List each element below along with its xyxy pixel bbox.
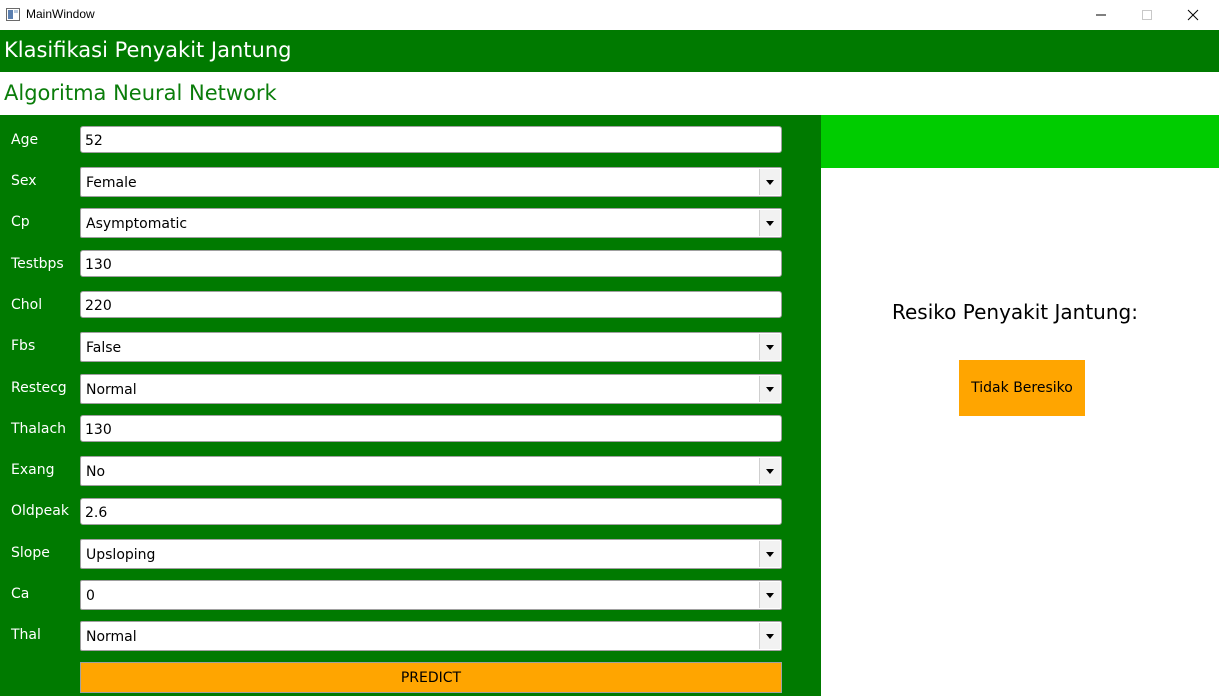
result-panel — [821, 168, 1219, 696]
predict-button[interactable]: PREDICT — [80, 662, 782, 693]
maximize-button[interactable] — [1124, 0, 1170, 30]
chol-label: Chol — [11, 297, 43, 313]
testbps-label: Testbps — [11, 256, 64, 272]
slope-select[interactable]: Upsloping — [80, 539, 782, 569]
chevron-down-icon[interactable] — [759, 623, 780, 649]
slope-label: Slope — [11, 545, 50, 561]
cp-select[interactable]: Asymptomatic — [80, 208, 782, 238]
cp-select-value: Asymptomatic — [86, 216, 188, 232]
exang-label: Exang — [11, 462, 55, 478]
chevron-down-icon[interactable] — [759, 541, 780, 567]
restecg-label: Restecg — [11, 380, 67, 396]
window-title: MainWindow — [26, 7, 95, 21]
exang-select-value: No — [86, 464, 106, 480]
result-badge: Tidak Beresiko — [959, 360, 1085, 416]
oldpeak-input[interactable]: 2.6 — [80, 498, 782, 525]
oldpeak-label: Oldpeak — [11, 503, 69, 519]
exang-select[interactable]: No — [80, 456, 782, 486]
close-icon — [1187, 9, 1199, 21]
restecg-select-value: Normal — [86, 382, 137, 398]
minimize-icon — [1096, 14, 1106, 16]
fbs-select[interactable]: False — [80, 332, 782, 362]
result-title: Resiko Penyakit Jantung: — [892, 300, 1138, 324]
sex-select-value: Female — [86, 175, 137, 191]
thal-label: Thal — [11, 627, 41, 643]
algorithm-subheader: Algoritma Neural Network — [0, 72, 1219, 115]
testbps-input[interactable]: 130 — [80, 250, 782, 277]
minimize-button[interactable] — [1078, 0, 1124, 30]
chevron-down-icon[interactable] — [759, 458, 780, 484]
fbs-label: Fbs — [11, 338, 36, 354]
slope-select-value: Upsloping — [86, 547, 156, 563]
thal-select-value: Normal — [86, 629, 137, 645]
header-title: Klasifikasi Penyakit Jantung — [4, 38, 292, 62]
chevron-down-icon[interactable] — [759, 582, 780, 608]
fbs-select-value: False — [86, 340, 122, 356]
algorithm-title: Algoritma Neural Network — [4, 81, 277, 105]
ca-select[interactable]: 0 — [80, 580, 782, 610]
sex-label: Sex — [11, 173, 37, 189]
cp-label: Cp — [11, 214, 30, 230]
restecg-select[interactable]: Normal — [80, 374, 782, 404]
app-header: Klasifikasi Penyakit Jantung — [0, 30, 1219, 72]
maximize-icon — [1142, 10, 1152, 20]
chevron-down-icon[interactable] — [759, 334, 780, 360]
chevron-down-icon[interactable] — [759, 169, 780, 195]
age-label: Age — [11, 132, 39, 148]
result-banner — [821, 115, 1219, 168]
chevron-down-icon[interactable] — [759, 376, 780, 402]
chol-input[interactable]: 220 — [80, 291, 782, 318]
age-input[interactable]: 52 — [80, 126, 782, 153]
thal-select[interactable]: Normal — [80, 621, 782, 651]
ca-label: Ca — [11, 586, 30, 602]
thalach-label: Thalach — [11, 421, 67, 437]
ca-select-value: 0 — [86, 588, 95, 604]
app-window-icon — [6, 8, 20, 21]
sex-select[interactable]: Female — [80, 167, 782, 197]
chevron-down-icon[interactable] — [759, 210, 780, 236]
thalach-input[interactable]: 130 — [80, 415, 782, 442]
window-titlebar: MainWindow — [0, 0, 1219, 30]
close-button[interactable] — [1170, 0, 1216, 30]
